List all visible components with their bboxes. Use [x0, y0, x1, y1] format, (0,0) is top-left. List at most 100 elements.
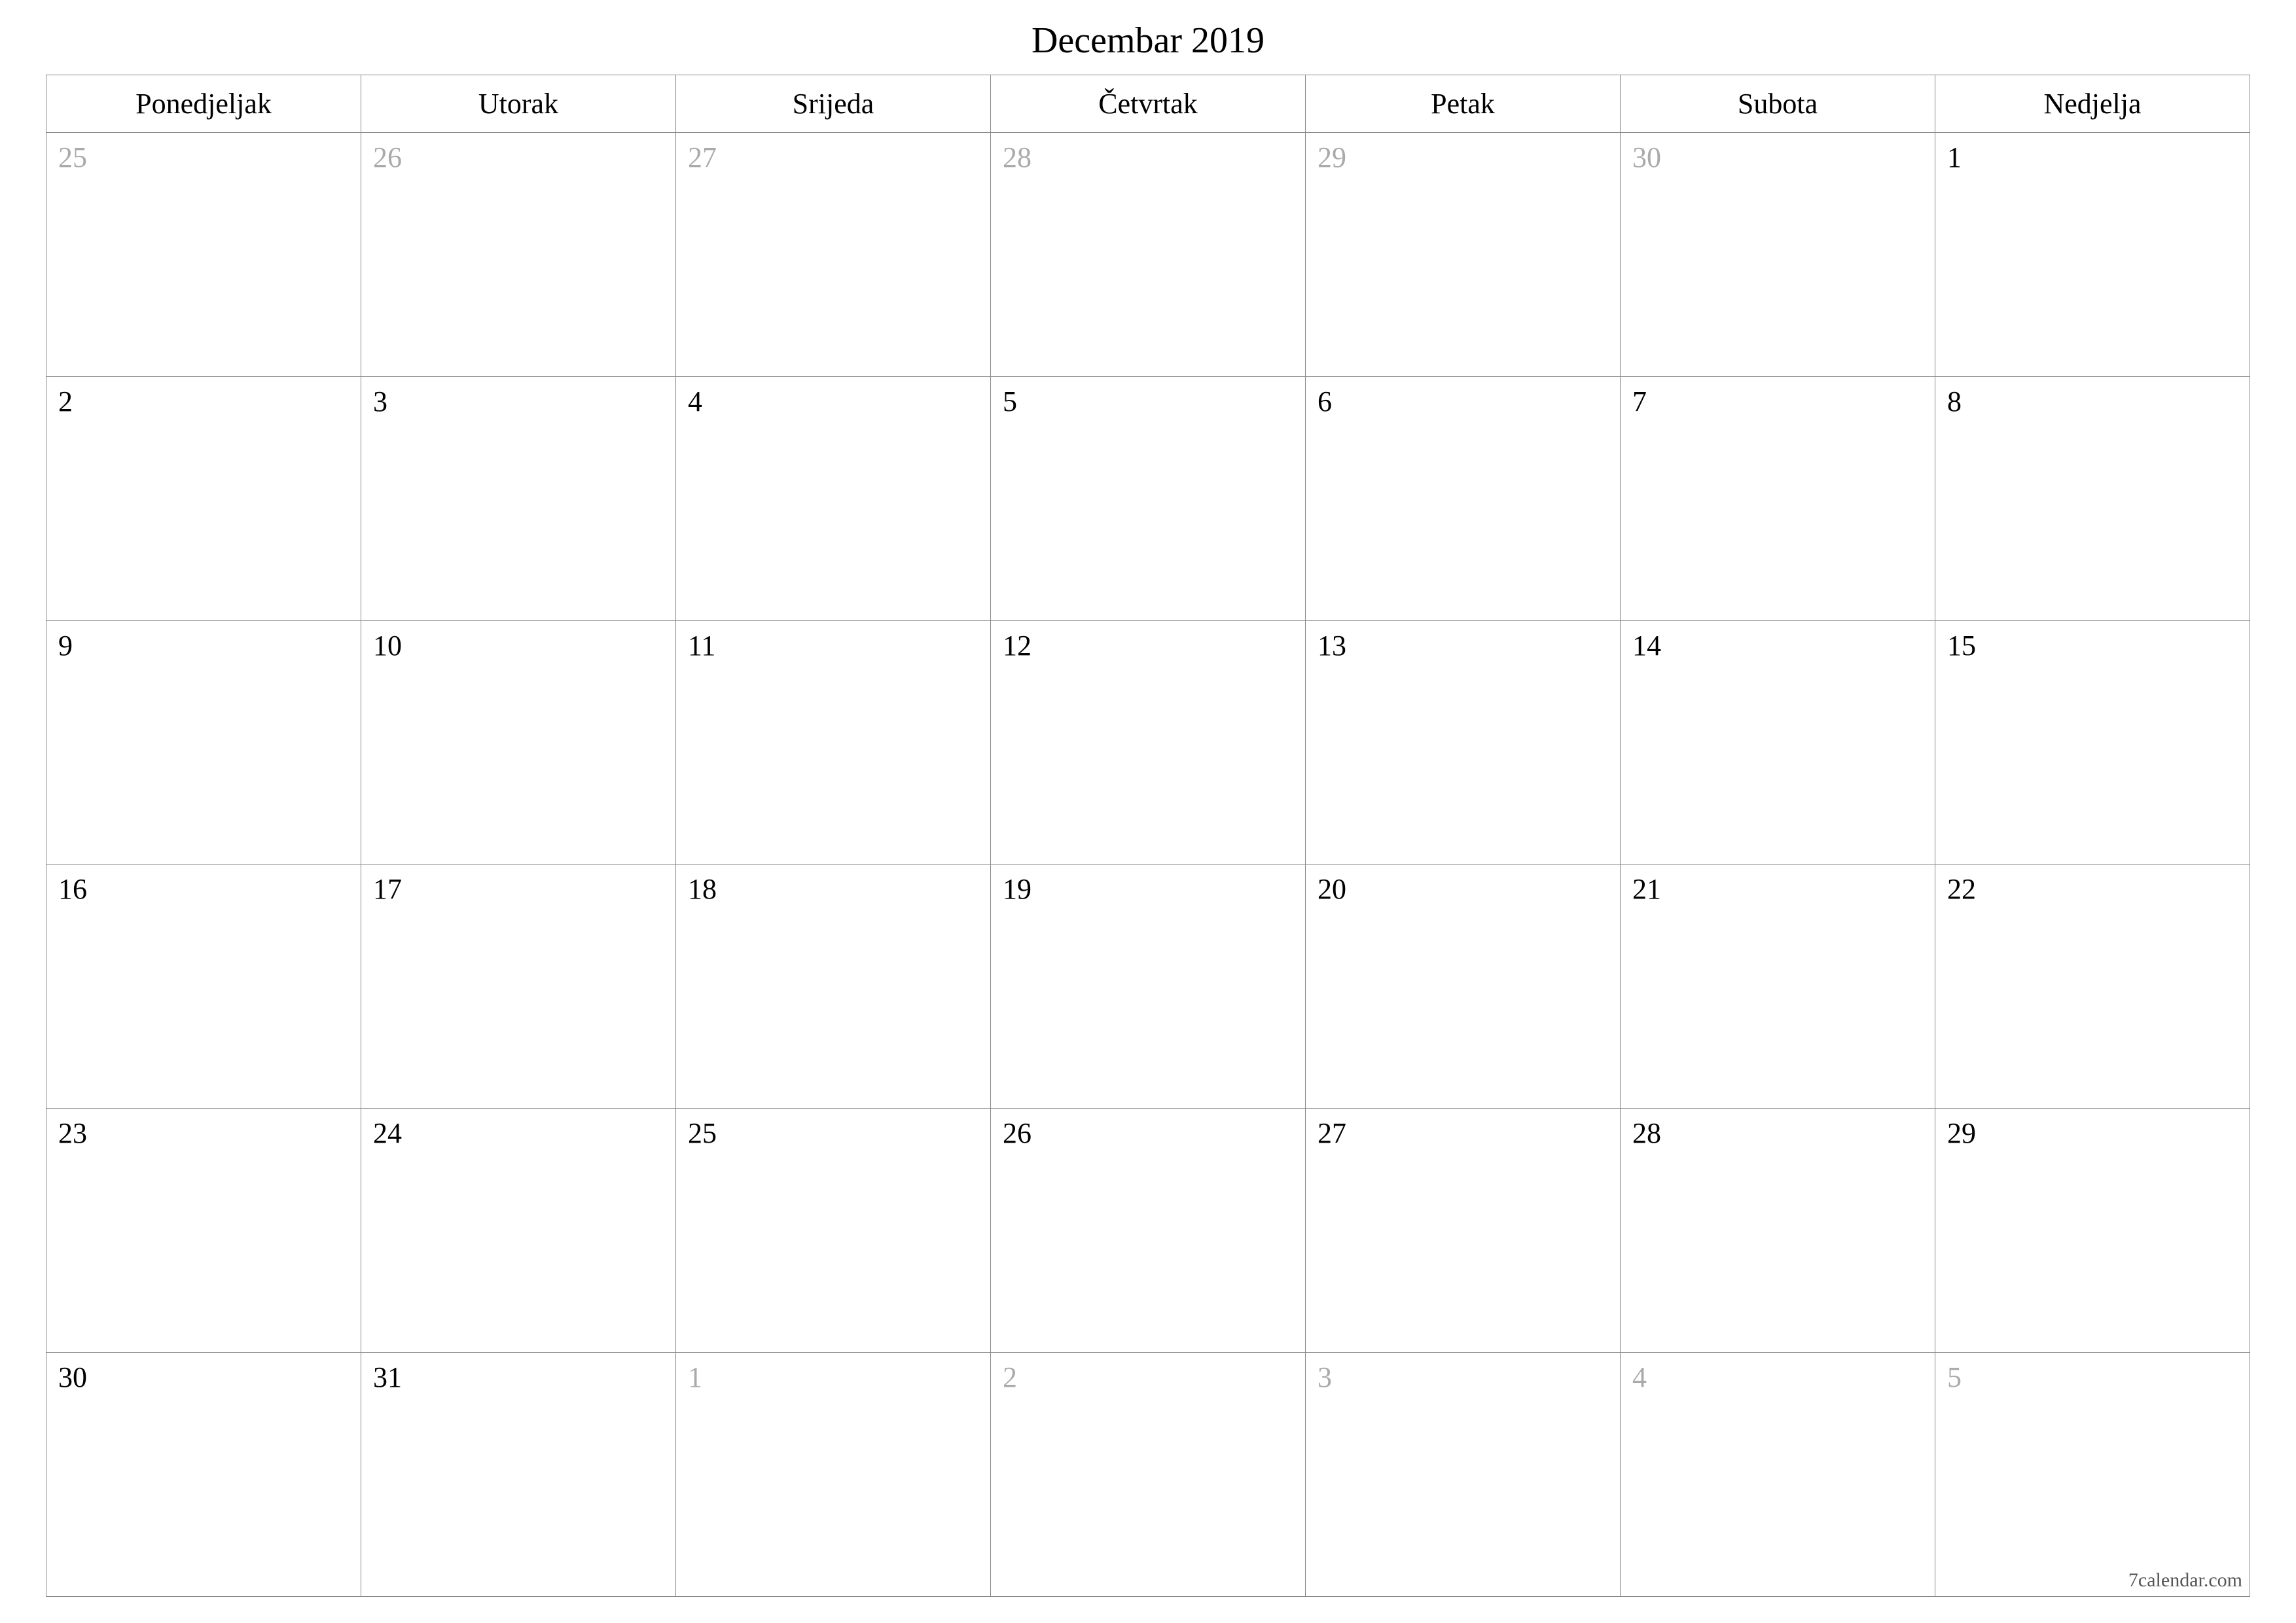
weekday-header: Srijeda: [676, 75, 991, 133]
calendar-day-cell: 23: [46, 1109, 361, 1353]
calendar-day-cell: 21: [1621, 865, 1935, 1109]
weekday-header: Ponedjeljak: [46, 75, 361, 133]
day-number: 1: [1947, 141, 1962, 173]
calendar-day-cell: 27: [1306, 1109, 1621, 1353]
calendar-day-cell: 9: [46, 620, 361, 865]
calendar-day-cell: 19: [991, 865, 1306, 1109]
day-number: 19: [1003, 873, 1031, 905]
day-number: 15: [1947, 630, 1976, 662]
day-number: 6: [1318, 385, 1332, 418]
weekday-header: Subota: [1621, 75, 1935, 133]
calendar-day-cell: 26: [361, 133, 676, 377]
calendar-title: Decembar 2019: [46, 20, 2250, 62]
weekday-header: Petak: [1306, 75, 1621, 133]
calendar-day-cell: 22: [1935, 865, 2250, 1109]
day-number: 23: [58, 1117, 87, 1149]
calendar-day-cell: 7: [1621, 376, 1935, 620]
day-number: 26: [1003, 1117, 1031, 1149]
calendar-day-cell: 18: [676, 865, 991, 1109]
calendar-day-cell: 5: [991, 376, 1306, 620]
calendar-day-cell: 1: [676, 1353, 991, 1597]
weekday-header-row: Ponedjeljak Utorak Srijeda Četvrtak Peta…: [46, 75, 2250, 133]
calendar-day-cell: 29: [1935, 1109, 2250, 1353]
day-number: 2: [58, 385, 73, 418]
day-number: 3: [1318, 1361, 1332, 1393]
day-number: 18: [688, 873, 717, 905]
calendar-day-cell: 15: [1935, 620, 2250, 865]
day-number: 30: [58, 1361, 87, 1393]
weekday-header: Četvrtak: [991, 75, 1306, 133]
calendar-day-cell: 8: [1935, 376, 2250, 620]
day-number: 5: [1003, 385, 1017, 418]
calendar-day-cell: 26: [991, 1109, 1306, 1353]
day-number: 28: [1632, 1117, 1661, 1149]
weekday-header: Nedjelja: [1935, 75, 2250, 133]
calendar-day-cell: 13: [1306, 620, 1621, 865]
day-number: 27: [688, 141, 717, 173]
calendar-day-cell: 27: [676, 133, 991, 377]
calendar-week-row: 23 24 25 26 27 28 29: [46, 1109, 2250, 1353]
day-number: 31: [373, 1361, 402, 1393]
calendar-day-cell: 24: [361, 1109, 676, 1353]
calendar-grid: Ponedjeljak Utorak Srijeda Četvrtak Peta…: [46, 75, 2250, 1597]
day-number: 26: [373, 141, 402, 173]
calendar-day-cell: 16: [46, 865, 361, 1109]
day-number: 14: [1632, 630, 1661, 662]
calendar-week-row: 9 10 11 12 13 14 15: [46, 620, 2250, 865]
calendar-week-row: 2 3 4 5 6 7 8: [46, 376, 2250, 620]
calendar-day-cell: 14: [1621, 620, 1935, 865]
day-number: 30: [1632, 141, 1661, 173]
day-number: 1: [688, 1361, 702, 1393]
calendar-day-cell: 30: [1621, 133, 1935, 377]
calendar-day-cell: 1: [1935, 133, 2250, 377]
footer-credit: 7calendar.com: [2128, 1569, 2242, 1592]
calendar-day-cell: 17: [361, 865, 676, 1109]
calendar-day-cell: 3: [361, 376, 676, 620]
day-number: 3: [373, 385, 387, 418]
day-number: 25: [688, 1117, 717, 1149]
day-number: 25: [58, 141, 87, 173]
day-number: 2: [1003, 1361, 1017, 1393]
calendar-day-cell: 25: [46, 133, 361, 377]
calendar-day-cell: 20: [1306, 865, 1621, 1109]
calendar-day-cell: 28: [1621, 1109, 1935, 1353]
day-number: 11: [688, 630, 715, 662]
calendar-day-cell: 28: [991, 133, 1306, 377]
calendar-day-cell: 30: [46, 1353, 361, 1597]
calendar-day-cell: 2: [46, 376, 361, 620]
day-number: 28: [1003, 141, 1031, 173]
calendar-day-cell: 11: [676, 620, 991, 865]
calendar-day-cell: 4: [676, 376, 991, 620]
day-number: 9: [58, 630, 73, 662]
calendar-day-cell: 31: [361, 1353, 676, 1597]
calendar-week-row: 30 31 1 2 3 4 5: [46, 1353, 2250, 1597]
day-number: 13: [1318, 630, 1346, 662]
day-number: 29: [1947, 1117, 1976, 1149]
day-number: 4: [688, 385, 702, 418]
day-number: 21: [1632, 873, 1661, 905]
weekday-header: Utorak: [361, 75, 676, 133]
day-number: 10: [373, 630, 402, 662]
calendar-day-cell: 5: [1935, 1353, 2250, 1597]
day-number: 16: [58, 873, 87, 905]
day-number: 22: [1947, 873, 1976, 905]
day-number: 29: [1318, 141, 1346, 173]
day-number: 5: [1947, 1361, 1962, 1393]
day-number: 7: [1632, 385, 1647, 418]
day-number: 8: [1947, 385, 1962, 418]
day-number: 12: [1003, 630, 1031, 662]
calendar-week-row: 25 26 27 28 29 30 1: [46, 133, 2250, 377]
calendar-day-cell: 2: [991, 1353, 1306, 1597]
calendar-day-cell: 12: [991, 620, 1306, 865]
day-number: 20: [1318, 873, 1346, 905]
day-number: 4: [1632, 1361, 1647, 1393]
calendar-body: 2526272829301234567891011121314151617181…: [46, 133, 2250, 1597]
day-number: 17: [373, 873, 402, 905]
calendar-day-cell: 4: [1621, 1353, 1935, 1597]
calendar-day-cell: 6: [1306, 376, 1621, 620]
calendar-day-cell: 10: [361, 620, 676, 865]
day-number: 27: [1318, 1117, 1346, 1149]
calendar-week-row: 16 17 18 19 20 21 22: [46, 865, 2250, 1109]
calendar-day-cell: 29: [1306, 133, 1621, 377]
calendar-day-cell: 25: [676, 1109, 991, 1353]
